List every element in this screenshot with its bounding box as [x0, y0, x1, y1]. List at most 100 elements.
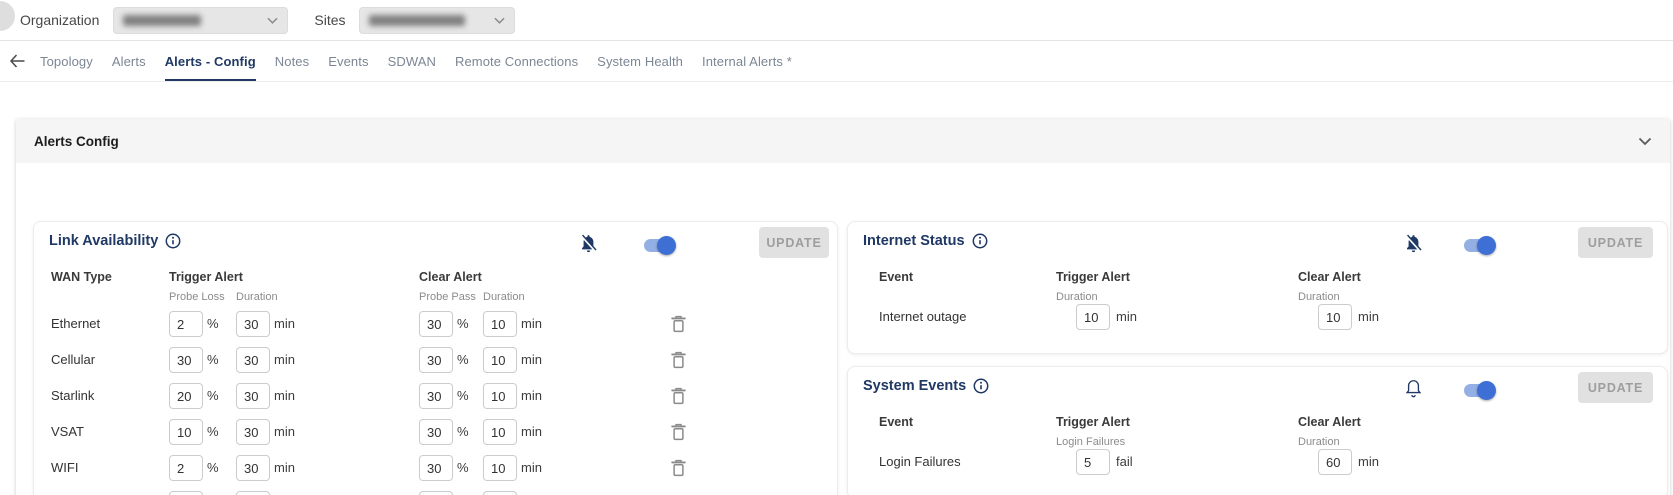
percent-unit: % [207, 311, 219, 337]
table-row-vsat: VSAT % min % min [34, 419, 837, 445]
min-unit: min [521, 455, 542, 481]
min-unit: min [521, 383, 542, 409]
back-button[interactable] [9, 41, 25, 81]
trigger-duration-input[interactable] [236, 311, 270, 337]
min-unit: min [521, 311, 542, 337]
trigger-duration-input[interactable] [236, 455, 270, 481]
clear-duration-input[interactable] [483, 491, 517, 495]
chevron-down-icon [267, 17, 278, 24]
probe-pass-input[interactable] [419, 311, 453, 337]
probe-pass-input[interactable] [419, 347, 453, 373]
probe-loss-input[interactable] [169, 347, 203, 373]
topbar: Organization Sites [0, 0, 1673, 41]
delete-row-button[interactable] [671, 387, 686, 405]
tab-system-health[interactable]: System Health [597, 41, 683, 81]
wan-type-label: Cellular [51, 347, 95, 373]
probe-pass-input[interactable] [419, 383, 453, 409]
col-trigger-alert: Trigger Alert [1056, 270, 1130, 284]
table-row-lband: Lband % min % min [34, 491, 837, 495]
update-button[interactable]: UPDATE [1578, 227, 1653, 258]
table-row-wifi: WIFI % min % min [34, 455, 837, 481]
notifications-on-icon[interactable] [1404, 378, 1423, 399]
clear-duration-input[interactable] [483, 383, 517, 409]
probe-loss-input[interactable] [169, 491, 203, 495]
alerts-config-panel-header[interactable]: Alerts Config [16, 119, 1670, 163]
avatar[interactable] [0, 1, 15, 31]
clear-duration-input[interactable] [483, 419, 517, 445]
subcol-duration: Duration [1056, 291, 1098, 303]
clear-duration-input[interactable] [483, 455, 517, 481]
info-icon[interactable] [972, 233, 988, 249]
chevron-down-icon[interactable] [1638, 137, 1652, 146]
link-availability-toggle-on[interactable] [644, 239, 674, 252]
tab-sdwan[interactable]: SDWAN [388, 41, 436, 81]
delete-row-button[interactable] [671, 351, 686, 369]
tab-alerts-config[interactable]: Alerts - Config [165, 41, 256, 81]
organization-select[interactable] [113, 7, 288, 34]
subcol-probe-loss: Probe Loss [169, 291, 225, 303]
trash-icon [671, 315, 686, 333]
col-clear-alert: Clear Alert [419, 270, 482, 284]
delete-row-button[interactable] [671, 459, 686, 477]
subcol-duration: Duration [1298, 436, 1340, 448]
trigger-duration-input[interactable] [1076, 304, 1110, 330]
trash-icon [671, 459, 686, 477]
probe-pass-input[interactable] [419, 419, 453, 445]
min-unit: min [1358, 304, 1379, 330]
info-icon[interactable] [165, 233, 181, 249]
alerts-config-panel: Alerts Config Link Availability [16, 119, 1670, 495]
percent-unit: % [457, 311, 469, 337]
probe-pass-input[interactable] [419, 491, 453, 495]
tab-topology[interactable]: Topology [40, 41, 93, 81]
info-icon[interactable] [973, 378, 989, 394]
tab-remote-connections[interactable]: Remote Connections [455, 41, 578, 81]
login-failures-input[interactable] [1076, 449, 1110, 475]
tab-events[interactable]: Events [328, 41, 368, 81]
min-unit: min [521, 347, 542, 373]
arrow-left-icon [9, 54, 25, 68]
system-events-toggle-on[interactable] [1464, 384, 1494, 397]
subcol-probe-pass: Probe Pass [419, 291, 476, 303]
trigger-duration-input[interactable] [236, 347, 270, 373]
notifications-muted-icon[interactable] [579, 233, 598, 254]
toggle-knob [1477, 381, 1496, 400]
organization-label: Organization [20, 12, 99, 28]
internet-status-toggle-on[interactable] [1464, 239, 1494, 252]
system-events-title: System Events [863, 378, 966, 394]
delete-row-button[interactable] [671, 423, 686, 441]
probe-loss-input[interactable] [169, 311, 203, 337]
clear-duration-input[interactable] [483, 311, 517, 337]
probe-pass-input[interactable] [419, 455, 453, 481]
col-clear-alert: Clear Alert [1298, 415, 1361, 429]
toggle-knob [1477, 236, 1496, 255]
trash-icon [671, 351, 686, 369]
col-event: Event [879, 415, 913, 429]
percent-unit: % [207, 491, 219, 495]
update-button[interactable]: UPDATE [1578, 372, 1653, 403]
clear-duration-input[interactable] [483, 347, 517, 373]
update-button[interactable]: UPDATE [759, 227, 829, 258]
notifications-muted-icon[interactable] [1404, 233, 1423, 254]
tab-notes[interactable]: Notes [275, 41, 309, 81]
event-row-internet-outage: Internet outage min min [848, 304, 1667, 330]
tab-list: Topology Alerts Alerts - Config Notes Ev… [40, 41, 792, 81]
probe-loss-input[interactable] [169, 383, 203, 409]
delete-row-button[interactable] [671, 315, 686, 333]
percent-unit: % [207, 455, 219, 481]
clear-duration-input[interactable] [1318, 304, 1352, 330]
probe-loss-input[interactable] [169, 455, 203, 481]
chevron-down-icon [494, 17, 505, 24]
probe-loss-input[interactable] [169, 419, 203, 445]
tabs-bar: Topology Alerts Alerts - Config Notes Ev… [0, 41, 1673, 82]
min-unit: min [274, 347, 295, 373]
trigger-duration-input[interactable] [236, 419, 270, 445]
min-unit: min [274, 383, 295, 409]
clear-duration-input[interactable] [1318, 449, 1352, 475]
tab-internal-alerts[interactable]: Internal Alerts * [702, 41, 792, 81]
percent-unit: % [207, 347, 219, 373]
sites-select[interactable] [359, 7, 515, 34]
tab-alerts[interactable]: Alerts [112, 41, 146, 81]
trigger-duration-input[interactable] [236, 383, 270, 409]
organization-value-redacted [123, 15, 201, 26]
trigger-duration-input[interactable] [236, 491, 270, 495]
